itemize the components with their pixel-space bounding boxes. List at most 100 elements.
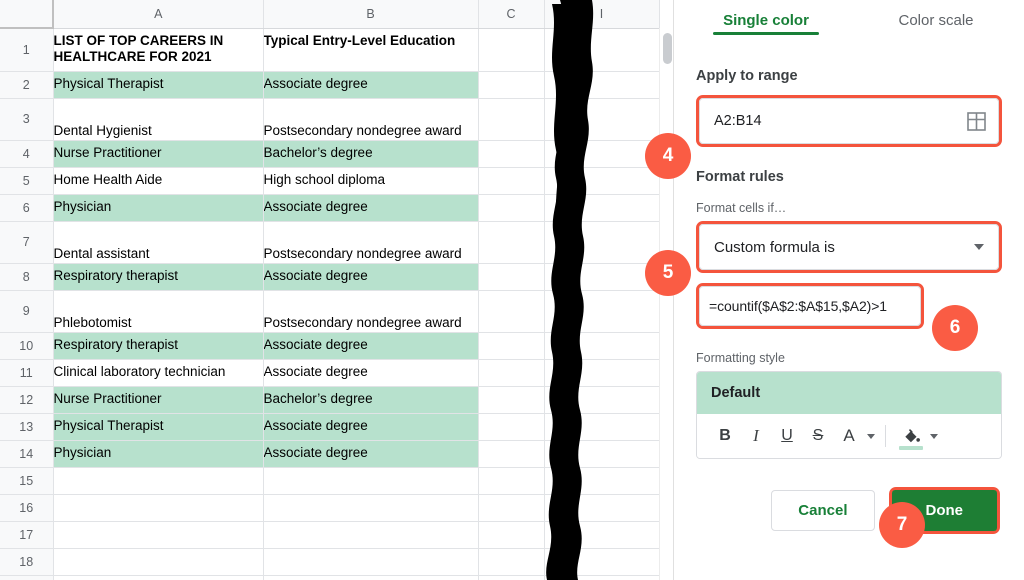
cell-b3[interactable]: Postsecondary nondegree award bbox=[263, 98, 478, 140]
text-color-chevron-down-icon[interactable] bbox=[867, 434, 875, 439]
cell-b11[interactable]: Associate degree bbox=[263, 359, 478, 386]
strikethrough-button[interactable]: S bbox=[804, 421, 832, 451]
table-row[interactable]: 17 bbox=[0, 521, 659, 548]
table-row[interactable]: 4Nurse PractitionerBachelor’s degree bbox=[0, 140, 659, 167]
cell-b5[interactable]: High school diploma bbox=[263, 167, 478, 194]
cell-b14[interactable]: Associate degree bbox=[263, 440, 478, 467]
cell-c8[interactable] bbox=[478, 263, 544, 290]
cell-i3[interactable] bbox=[544, 98, 659, 140]
scrollbar-thumb[interactable] bbox=[663, 33, 672, 64]
cell-i15[interactable] bbox=[544, 467, 659, 494]
column-header-a[interactable]: A bbox=[53, 0, 263, 28]
fill-color-button[interactable] bbox=[896, 420, 926, 452]
cell-i7[interactable] bbox=[544, 221, 659, 263]
table-row[interactable]: 15 bbox=[0, 467, 659, 494]
cell-a19[interactable] bbox=[53, 575, 263, 580]
cell-i5[interactable] bbox=[544, 167, 659, 194]
cell-c1[interactable] bbox=[478, 28, 544, 71]
cell-c13[interactable] bbox=[478, 413, 544, 440]
table-row[interactable]: 16 bbox=[0, 494, 659, 521]
table-row[interactable]: 12Nurse PractitionerBachelor’s degree bbox=[0, 386, 659, 413]
row-header-1[interactable]: 1 bbox=[0, 28, 53, 71]
cell-i17[interactable] bbox=[544, 521, 659, 548]
cell-c16[interactable] bbox=[478, 494, 544, 521]
cell-a13[interactable]: Physical Therapist bbox=[53, 413, 263, 440]
cell-b18[interactable] bbox=[263, 548, 478, 575]
cell-c17[interactable] bbox=[478, 521, 544, 548]
cell-c4[interactable] bbox=[478, 140, 544, 167]
table-row[interactable]: 14PhysicianAssociate degree bbox=[0, 440, 659, 467]
cell-c9[interactable] bbox=[478, 290, 544, 332]
cell-b16[interactable] bbox=[263, 494, 478, 521]
table-row[interactable]: 2Physical TherapistAssociate degree bbox=[0, 71, 659, 98]
cancel-button[interactable]: Cancel bbox=[771, 490, 874, 531]
cell-a4[interactable]: Nurse Practitioner bbox=[53, 140, 263, 167]
row-header-12[interactable]: 12 bbox=[0, 386, 53, 413]
range-input[interactable]: A2:B14 bbox=[699, 98, 999, 144]
table-row[interactable]: 7Dental assistantPostsecondary nondegree… bbox=[0, 221, 659, 263]
table-row[interactable]: 9PhlebotomistPostsecondary nondegree awa… bbox=[0, 290, 659, 332]
cell-a10[interactable]: Respiratory therapist bbox=[53, 332, 263, 359]
cell-c14[interactable] bbox=[478, 440, 544, 467]
cell-i10[interactable] bbox=[544, 332, 659, 359]
text-color-button[interactable]: A bbox=[835, 421, 863, 451]
select-all-corner[interactable] bbox=[0, 0, 53, 28]
cell-a16[interactable] bbox=[53, 494, 263, 521]
cell-a6[interactable]: Physician bbox=[53, 194, 263, 221]
row-header-18[interactable]: 18 bbox=[0, 548, 53, 575]
cell-a17[interactable] bbox=[53, 521, 263, 548]
cell-c6[interactable] bbox=[478, 194, 544, 221]
spreadsheet-grid[interactable]: A B C I 1 LIST OF TOP CAREERS IN HEALTHC… bbox=[0, 0, 673, 580]
tab-color-scale[interactable]: Color scale bbox=[862, 8, 1010, 35]
cell-i19[interactable] bbox=[544, 575, 659, 580]
row-header-3[interactable]: 3 bbox=[0, 98, 53, 140]
table-row[interactable]: 8Respiratory therapistAssociate degree bbox=[0, 263, 659, 290]
cell-c2[interactable] bbox=[478, 71, 544, 98]
column-header-c[interactable]: C bbox=[478, 0, 544, 28]
row-header-11[interactable]: 11 bbox=[0, 359, 53, 386]
row-header-15[interactable]: 15 bbox=[0, 467, 53, 494]
cell-a5[interactable]: Home Health Aide bbox=[53, 167, 263, 194]
cell-i13[interactable] bbox=[544, 413, 659, 440]
cell-b19[interactable] bbox=[263, 575, 478, 580]
row-header-8[interactable]: 8 bbox=[0, 263, 53, 290]
table-row[interactable]: 1 LIST OF TOP CAREERS IN HEALTHCARE FOR … bbox=[0, 28, 659, 71]
tab-single-color[interactable]: Single color bbox=[692, 8, 840, 35]
row-header-6[interactable]: 6 bbox=[0, 194, 53, 221]
cell-a12[interactable]: Nurse Practitioner bbox=[53, 386, 263, 413]
grid-select-icon[interactable] bbox=[967, 112, 986, 131]
cell-c12[interactable] bbox=[478, 386, 544, 413]
cell-i1[interactable] bbox=[544, 28, 659, 71]
table-row[interactable]: 5Home Health AideHigh school diploma bbox=[0, 167, 659, 194]
table-row[interactable]: 10Respiratory therapistAssociate degree bbox=[0, 332, 659, 359]
condition-select[interactable]: Custom formula is bbox=[699, 224, 999, 270]
cell-b13[interactable]: Associate degree bbox=[263, 413, 478, 440]
row-header-9[interactable]: 9 bbox=[0, 290, 53, 332]
cell-a1[interactable]: LIST OF TOP CAREERS IN HEALTHCARE FOR 20… bbox=[53, 28, 263, 71]
cell-b17[interactable] bbox=[263, 521, 478, 548]
column-header-b[interactable]: B bbox=[263, 0, 478, 28]
row-header-4[interactable]: 4 bbox=[0, 140, 53, 167]
cell-c18[interactable] bbox=[478, 548, 544, 575]
cell-i16[interactable] bbox=[544, 494, 659, 521]
cell-i18[interactable] bbox=[544, 548, 659, 575]
cell-c19[interactable] bbox=[478, 575, 544, 580]
cell-a7[interactable]: Dental assistant bbox=[53, 221, 263, 263]
row-header-13[interactable]: 13 bbox=[0, 413, 53, 440]
sheet-vertical-scrollbar[interactable] bbox=[659, 28, 673, 580]
cell-b10[interactable]: Associate degree bbox=[263, 332, 478, 359]
row-header-5[interactable]: 5 bbox=[0, 167, 53, 194]
fill-color-chevron-down-icon[interactable] bbox=[930, 434, 938, 439]
table-row[interactable]: 13Physical TherapistAssociate degree bbox=[0, 413, 659, 440]
cell-b6[interactable]: Associate degree bbox=[263, 194, 478, 221]
cell-b15[interactable] bbox=[263, 467, 478, 494]
cell-b9[interactable]: Postsecondary nondegree award bbox=[263, 290, 478, 332]
row-header-14[interactable]: 14 bbox=[0, 440, 53, 467]
cell-a3[interactable]: Dental Hygienist bbox=[53, 98, 263, 140]
table-row[interactable]: 3Dental HygienistPostsecondary nondegree… bbox=[0, 98, 659, 140]
italic-button[interactable]: I bbox=[742, 421, 770, 451]
cell-i6[interactable] bbox=[544, 194, 659, 221]
table-row[interactable]: 11Clinical laboratory technicianAssociat… bbox=[0, 359, 659, 386]
cell-c15[interactable] bbox=[478, 467, 544, 494]
cell-a14[interactable]: Physician bbox=[53, 440, 263, 467]
